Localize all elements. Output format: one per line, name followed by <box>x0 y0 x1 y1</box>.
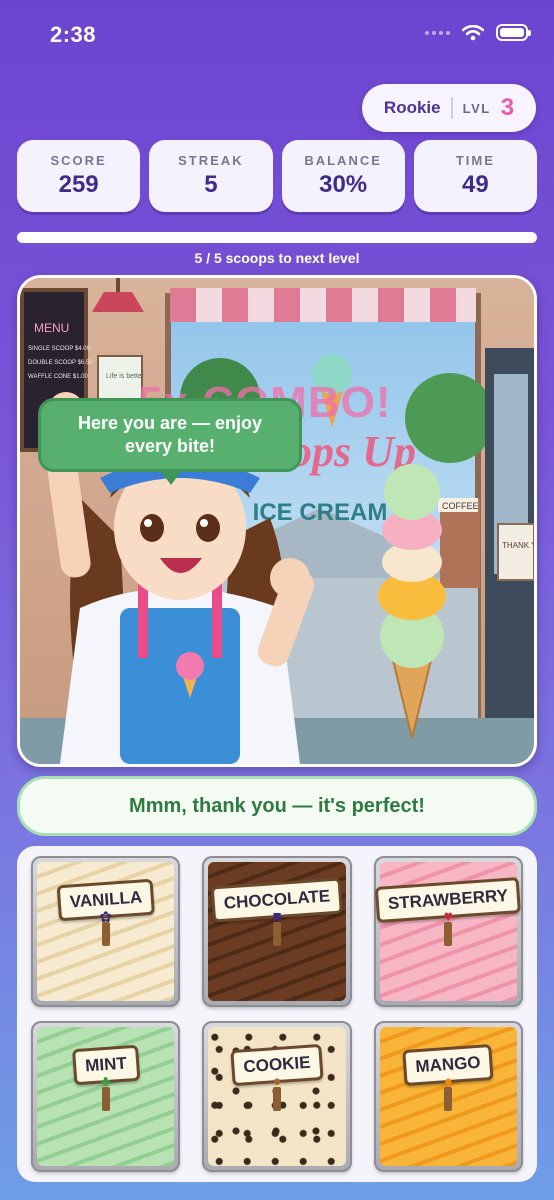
menu-item: SINGLE SCOOP $4.00 <box>28 346 91 352</box>
stat-value: 49 <box>462 171 489 198</box>
level-progress-fill <box>19 234 535 241</box>
flavor-tub-vanilla[interactable]: VANILLA ✿ <box>31 856 181 1007</box>
cookie-icon: ● <box>272 1073 282 1090</box>
divider <box>450 97 453 119</box>
stat-time: TIME 49 <box>413 140 537 212</box>
mint-leaf-icon: ♣ <box>100 1073 111 1090</box>
shop-scene: MENU SINGLE SCOOP $4.00 DOUBLE SCOOP $6.… <box>17 275 537 767</box>
chocolate-icon: ■ <box>272 908 282 925</box>
flavor-tub-mango[interactable]: MANGO ● <box>373 1021 523 1172</box>
flavor-tub-mint[interactable]: MINT ♣ <box>31 1021 181 1172</box>
menu-item: DOUBLE SCOOP $6.50 <box>28 360 93 366</box>
menu-title: MENU <box>34 321 69 335</box>
flavor-selector: VANILLA ✿ CHOCOLATE ■ STRAWBERRY ♥ MINT … <box>17 846 537 1182</box>
stat-value: 5 <box>204 171 218 198</box>
stat-label: SCORE <box>50 153 107 168</box>
sign-stick <box>272 1087 281 1111</box>
stat-label: STREAK <box>178 153 244 168</box>
player-level-badge: Rookie LVL 3 <box>362 84 536 132</box>
coffee-sign: COFFEE <box>442 501 479 511</box>
level-progress-bar <box>17 232 537 243</box>
stat-value: 30% <box>319 171 368 198</box>
signal-dots-icon <box>425 30 450 35</box>
status-bar: 2:38 <box>0 0 554 70</box>
shop-illustration: MENU SINGLE SCOOP $4.00 DOUBLE SCOOP $6.… <box>20 278 534 764</box>
flavor-tub-strawberry[interactable]: STRAWBERRY ♥ <box>373 856 523 1007</box>
sign-stick <box>444 1087 453 1111</box>
level-number: 3 <box>500 94 515 121</box>
level-progress-text: 5 / 5 scoops to next level <box>194 250 360 266</box>
sign-stick <box>272 922 281 946</box>
thank-you-sign: THANK YOU! <box>502 541 534 550</box>
shop-sign-sub: ICE CREAM <box>253 499 388 526</box>
wifi-icon <box>462 24 484 40</box>
stat-streak: STREAK 5 <box>149 140 273 212</box>
speech-bubble: Here you are — enjoy every bite! <box>38 398 302 485</box>
stat-score: SCORE 259 <box>17 140 141 212</box>
stats-row: SCORE 259 STREAK 5 BALANCE 30% TIME 49 <box>17 140 537 212</box>
sign-stick <box>101 1087 110 1111</box>
strawberry-icon: ♥ <box>443 908 453 925</box>
mango-icon: ● <box>443 1073 453 1090</box>
vanilla-pod-icon: ✿ <box>99 909 112 926</box>
rank-label: Rookie <box>383 98 441 117</box>
flavor-tub-chocolate[interactable]: CHOCOLATE ■ <box>202 856 352 1007</box>
clock: 2:38 <box>50 22 97 47</box>
sign-stick <box>444 922 453 946</box>
battery-icon <box>496 24 531 41</box>
awning <box>170 288 476 322</box>
stat-label: TIME <box>455 153 495 168</box>
menu-item: WAFFLE CONE $1.00 <box>28 374 88 380</box>
customer-dialog: Mmm, thank you — it's perfect! <box>17 776 537 836</box>
status-icons <box>425 24 531 41</box>
flavor-tub-cookie[interactable]: COOKIE ● <box>202 1021 352 1172</box>
stat-label: BALANCE <box>304 153 382 168</box>
stat-value: 259 <box>58 171 99 198</box>
stat-balance: BALANCE 30% <box>281 140 405 212</box>
level-label: LVL <box>462 100 491 116</box>
